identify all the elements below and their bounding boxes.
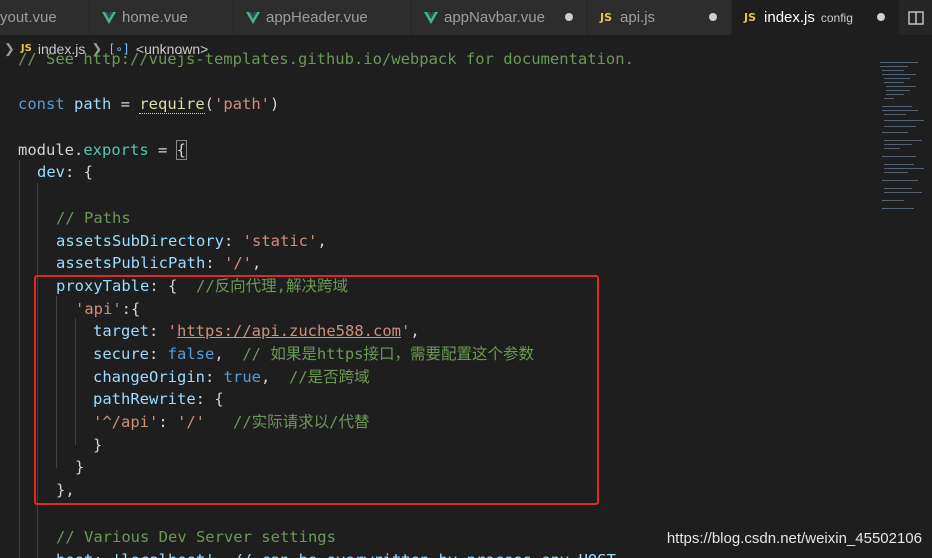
- code-line: dev: {: [37, 161, 93, 184]
- highlight-annotation-box: [34, 275, 599, 505]
- tab-appnavbar-vue[interactable]: appNavbar.vue: [412, 0, 588, 35]
- watermark-text: https://blog.csdn.net/weixin_45502106: [666, 530, 922, 547]
- tab-api-js[interactable]: JS api.js: [588, 0, 732, 35]
- vue-icon: [102, 11, 116, 24]
- tab-label: home.vue: [122, 9, 188, 26]
- code-line: // Various Dev Server settings: [56, 528, 336, 546]
- punctuation: ,: [317, 232, 327, 250]
- tab-description: config: [820, 10, 853, 25]
- js-file-icon: JS: [744, 11, 757, 24]
- unsaved-dot-icon[interactable]: [565, 13, 573, 21]
- code-line: host: 'localhost', // can be overwritten…: [56, 549, 616, 558]
- punctuation: (: [204, 95, 215, 113]
- string: 'static': [242, 232, 318, 250]
- editor-tab-bar: yout.vue home.vue appHeader.vue appNavba…: [0, 0, 932, 35]
- keyword: const: [18, 95, 65, 113]
- identifier: module: [18, 141, 74, 159]
- tab-index-js[interactable]: JS index.js config: [732, 0, 900, 35]
- tab-label: yout.vue: [0, 9, 57, 26]
- punctuation: .: [74, 141, 84, 159]
- identifier: path: [74, 95, 112, 113]
- identifier: exports: [83, 141, 149, 159]
- indent-guide: [19, 160, 20, 558]
- tab-label: appNavbar.vue: [444, 9, 545, 26]
- split-editor-button[interactable]: [900, 0, 932, 35]
- code-line: // Paths: [56, 209, 131, 227]
- tab-appheader-vue[interactable]: appHeader.vue: [234, 0, 412, 35]
- tab-label: index.js: [764, 9, 815, 26]
- code-line: // See http://vuejs-templates.github.io/…: [18, 50, 634, 68]
- vue-icon: [424, 11, 438, 24]
- code-line: module.exports = {: [18, 139, 188, 162]
- function-name: require: [139, 95, 205, 114]
- tab-label: appHeader.vue: [266, 9, 368, 26]
- string: 'path': [214, 95, 271, 113]
- unsaved-dot-icon[interactable]: [877, 13, 885, 21]
- tab-home-vue[interactable]: home.vue: [90, 0, 234, 35]
- bracket-match: {: [175, 140, 188, 160]
- punctuation: :: [223, 232, 243, 250]
- property-key: assetsPublicPath: [56, 254, 206, 272]
- unsaved-dot-icon[interactable]: [709, 13, 717, 21]
- punctuation: :: [205, 254, 224, 272]
- vue-icon: [246, 11, 260, 24]
- punctuation: : {: [65, 163, 93, 181]
- code-line: assetsPublicPath: '/',: [56, 252, 261, 275]
- minimap[interactable]: [872, 48, 932, 558]
- property-key: dev: [37, 163, 65, 181]
- code-line: assetsSubDirectory: 'static',: [56, 230, 327, 253]
- js-file-icon: JS: [600, 11, 613, 24]
- punctuation: ,: [251, 254, 262, 272]
- tab-label: api.js: [620, 9, 656, 26]
- operator: =: [111, 95, 140, 113]
- code-line: const path = require('path'): [18, 93, 279, 116]
- code-editor[interactable]: // See http://vuejs-templates.github.io/…: [0, 48, 872, 558]
- tab-layout-vue[interactable]: yout.vue: [0, 0, 90, 35]
- punctuation: ): [270, 95, 280, 113]
- string: '/': [223, 254, 252, 272]
- operator: =: [148, 141, 177, 159]
- split-editor-icon: [908, 10, 924, 25]
- property-key: assetsSubDirectory: [56, 232, 224, 250]
